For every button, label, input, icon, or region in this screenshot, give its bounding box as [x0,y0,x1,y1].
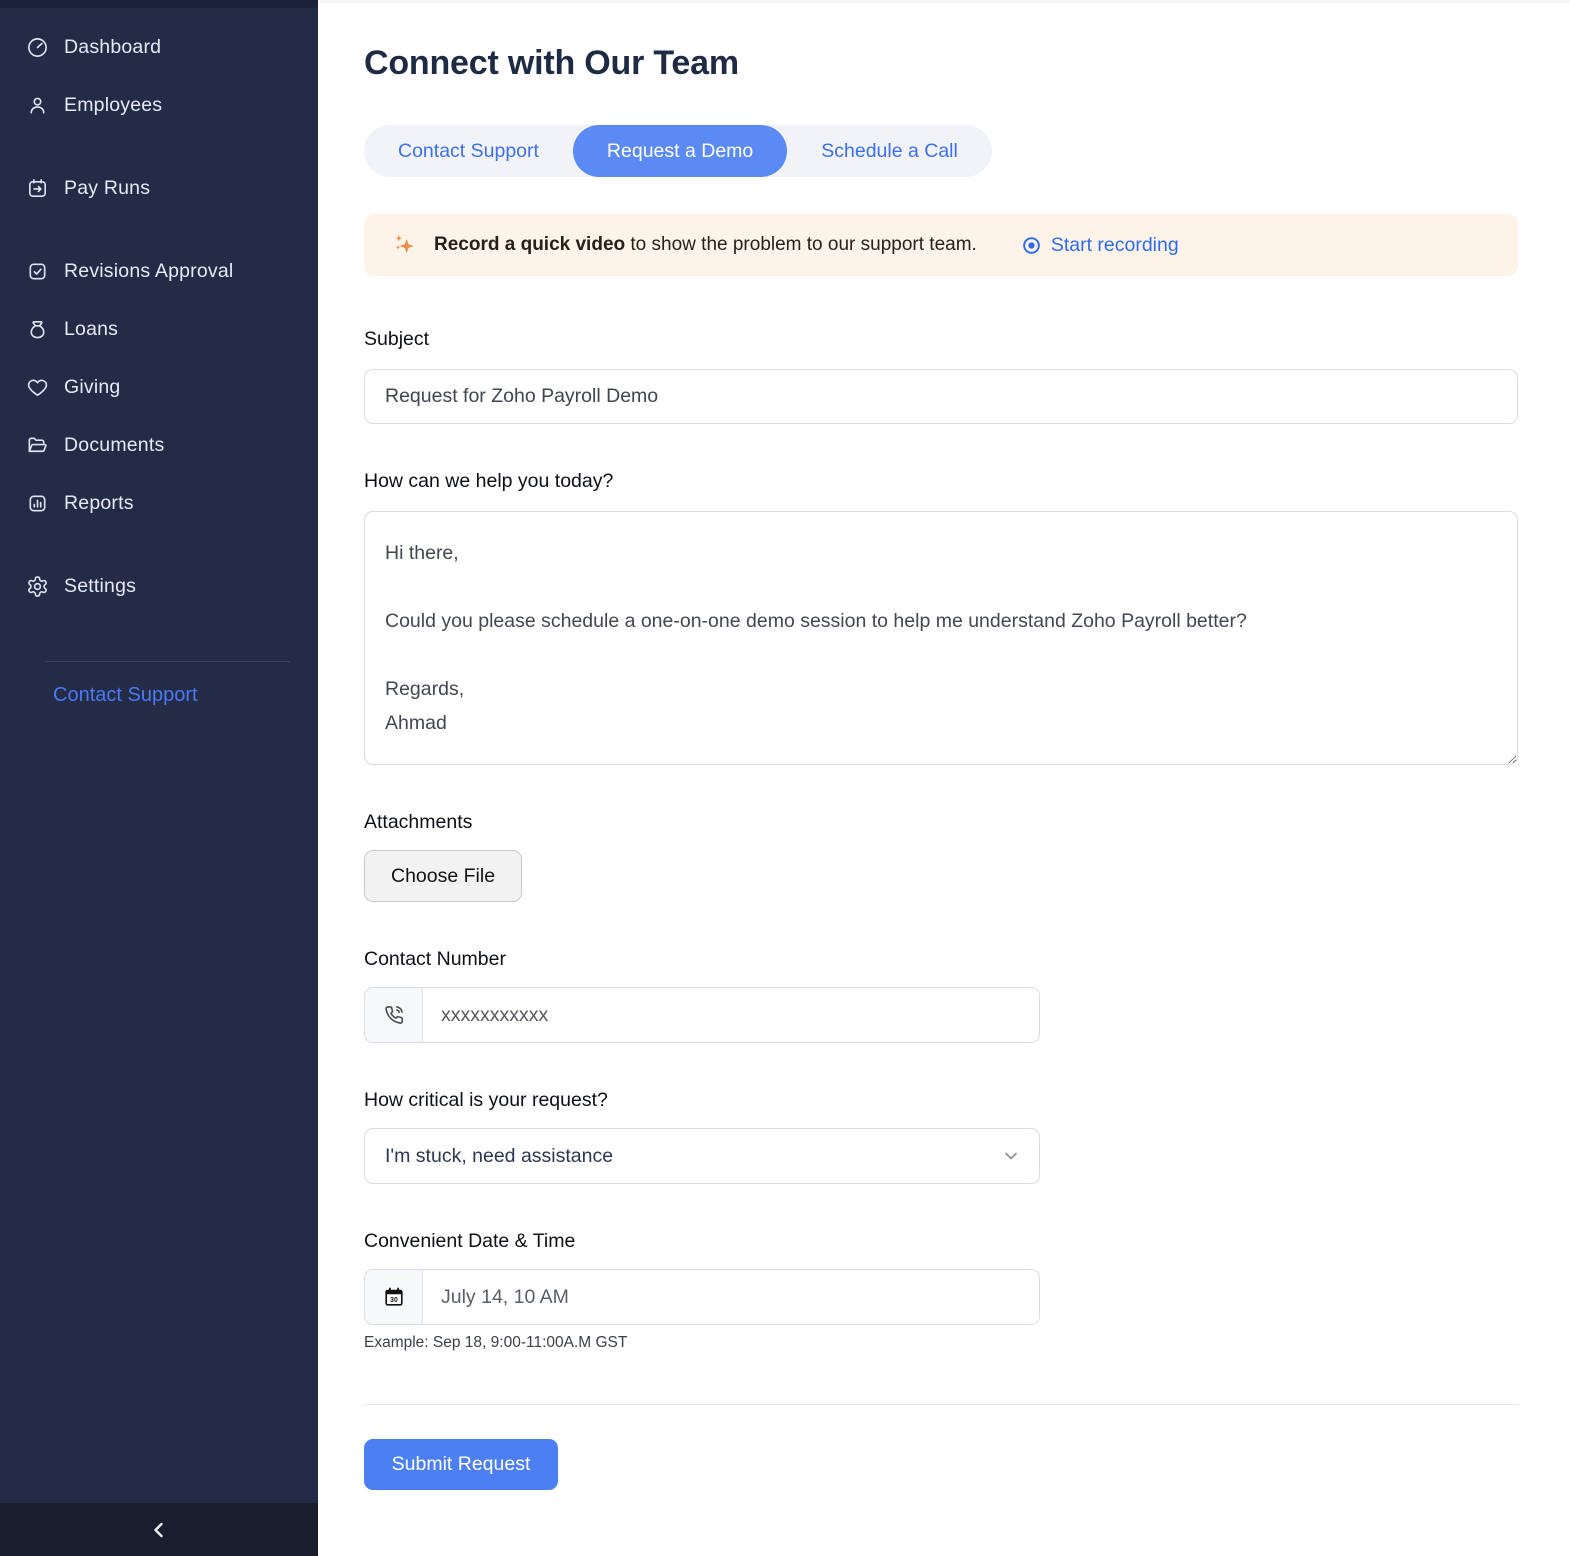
criticality-select[interactable]: I'm stuck, need assistance [364,1128,1040,1184]
banner-text: Record a quick video to show the problem… [434,234,977,256]
sidebar-item-reports[interactable]: Reports [25,485,318,521]
start-recording-label: Start recording [1051,234,1179,257]
message-textarea[interactable]: Hi there, Could you please schedule a on… [364,511,1518,765]
datetime-helper-text: Example: Sep 18, 9:00-11:00A.M GST [364,1334,1518,1352]
sidebar-item-label: Employees [64,94,162,117]
sidebar-contact-support-link[interactable]: Contact Support [53,684,318,707]
contact-number-label: Contact Number [364,948,1518,971]
banner-bold-text: Record a quick video [434,234,625,255]
sidebar-top-strip [0,0,318,8]
sidebar-item-documents[interactable]: Documents [25,427,318,463]
documents-icon [25,433,49,457]
loans-icon [25,317,49,341]
tab-contact-support[interactable]: Contact Support [364,125,573,177]
giving-icon [25,375,49,399]
contact-number-input[interactable] [423,988,1039,1042]
sidebar-item-label: Giving [64,376,120,399]
sidebar-item-revisions-approval[interactable]: Revisions Approval [25,253,318,289]
sidebar-item-label: Settings [64,575,136,598]
revisions-approval-icon [25,259,49,283]
sidebar-divider [45,661,290,662]
record-video-banner: Record a quick video to show the problem… [364,214,1518,276]
employees-icon [25,93,49,117]
sidebar-nav: Dashboard Employees Pay Runs Revisions A… [0,8,318,707]
settings-icon [25,574,49,598]
sidebar-item-giving[interactable]: Giving [25,369,318,405]
sidebar-item-dashboard[interactable]: Dashboard [25,29,318,65]
subject-label: Subject [364,328,1518,351]
attachments-label: Attachments [364,811,1518,834]
contact-number-group [364,987,1040,1043]
collapse-sidebar-button[interactable] [143,1514,175,1546]
chevron-down-icon [1001,1146,1021,1166]
sidebar-item-pay-runs[interactable]: Pay Runs [25,170,318,206]
datetime-group: 30 [364,1269,1040,1325]
reports-icon [25,491,49,515]
sidebar-item-label: Dashboard [64,36,161,59]
choose-file-button[interactable]: Choose File [364,850,522,902]
sidebar-item-label: Reports [64,492,134,515]
datetime-label: Convenient Date & Time [364,1230,1518,1253]
sidebar-item-settings[interactable]: Settings [25,568,318,604]
svg-text:30: 30 [390,1297,398,1304]
form-divider [364,1404,1518,1405]
banner-rest-text: to show the problem to our support team. [625,234,977,255]
sidebar-item-label: Documents [64,434,164,457]
phone-icon [365,988,423,1042]
sidebar-item-label: Pay Runs [64,177,150,200]
chevron-left-icon [147,1518,171,1542]
start-recording-button[interactable]: Start recording [1021,234,1179,257]
datetime-input[interactable] [423,1270,1039,1324]
tab-schedule-a-call[interactable]: Schedule a Call [787,125,992,177]
pay-runs-icon [25,176,49,200]
sidebar-collapse-bar [0,1503,318,1556]
main-content: Connect with Our Team Contact Support Re… [318,0,1570,1556]
sidebar-item-employees[interactable]: Employees [25,87,318,123]
calendar-icon: 30 [365,1270,423,1324]
dashboard-icon [25,35,49,59]
tab-request-a-demo[interactable]: Request a Demo [573,125,787,177]
sidebar-item-loans[interactable]: Loans [25,311,318,347]
tab-bar: Contact Support Request a Demo Schedule … [364,125,992,177]
sidebar-item-label: Revisions Approval [64,260,233,283]
sparkles-icon [392,232,418,258]
criticality-label: How critical is your request? [364,1089,1518,1112]
record-icon [1021,235,1042,256]
submit-request-button[interactable]: Submit Request [364,1439,558,1490]
subject-input[interactable] [364,369,1518,424]
page-title: Connect with Our Team [364,44,1518,83]
sidebar: Dashboard Employees Pay Runs Revisions A… [0,0,318,1556]
sidebar-item-label: Loans [64,318,118,341]
message-label: How can we help you today? [364,470,1518,493]
criticality-selected-value: I'm stuck, need assistance [385,1145,613,1168]
